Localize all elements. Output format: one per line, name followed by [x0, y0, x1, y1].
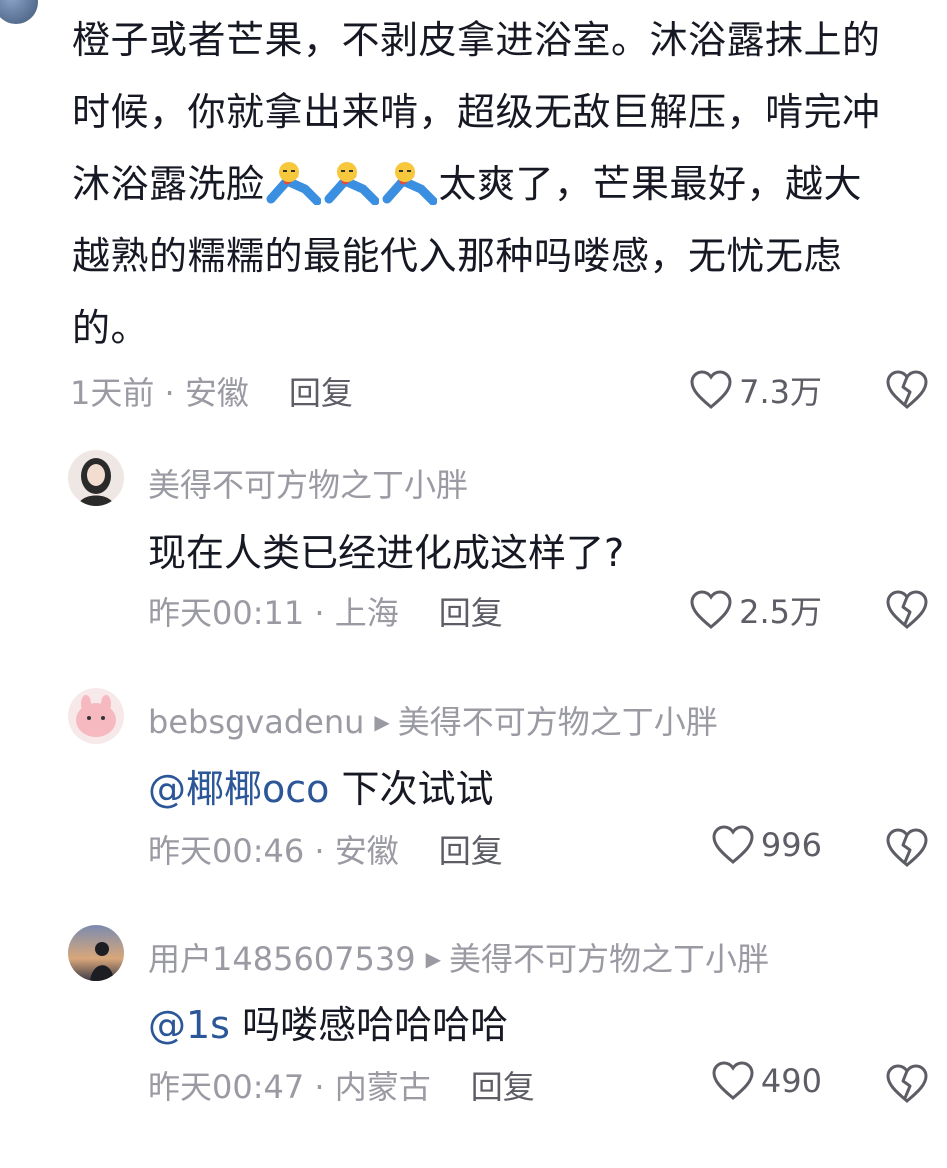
reply-meta: 昨天00:46 · 安徽 回复 [148, 826, 503, 872]
reply-button[interactable]: 回复 [439, 832, 503, 870]
comment-time: 昨天00:11 [148, 594, 305, 632]
like-button[interactable]: 996 [711, 825, 822, 865]
meta-separator: · [304, 594, 335, 632]
like-count: 7.3万 [739, 373, 822, 411]
comment-location: 内蒙古 [334, 1068, 431, 1106]
username[interactable]: 美得不可方物之丁小胖 [148, 460, 468, 506]
top-comment-line: 时候，你就拿出来啃，超级无敌巨解压，啃完冲 [72, 90, 881, 134]
top-comment-line: 沐浴露洗脸 太爽了，芒果最好，越大 [72, 148, 932, 220]
heart-outline-icon [690, 590, 732, 629]
mention-link[interactable]: @1s [148, 1003, 230, 1047]
username[interactable]: 用户1485607539 ▶ 美得不可方物之丁小胖 [148, 934, 769, 980]
avatar[interactable] [68, 688, 124, 744]
meta-separator: · [304, 1068, 335, 1106]
like-button[interactable]: 490 [711, 1061, 822, 1101]
top-comment-avatar[interactable] [0, 0, 38, 24]
lying-flat-emoji-icon [266, 162, 321, 205]
like-count: 2.5万 [739, 593, 822, 631]
reply-meta: 昨天00:11 · 上海 回复 [148, 588, 503, 634]
like-button[interactable]: 2.5万 [689, 587, 822, 633]
meta-separator: · [154, 374, 185, 412]
reply-to-username[interactable]: 美得不可方物之丁小胖 [449, 940, 769, 978]
top-comment-line: 越熟的糯糯的最能代入那种吗喽感，无忧无虑 [72, 234, 843, 278]
reply-button[interactable]: 回复 [471, 1068, 535, 1106]
lying-flat-emoji-icon [382, 162, 437, 205]
comment-time: 昨天00:47 [148, 1068, 305, 1106]
avatar[interactable] [68, 450, 124, 506]
right-triangle-icon: ▶ [425, 947, 441, 971]
comment-location: 安徽 [184, 374, 249, 412]
avatar[interactable] [68, 925, 124, 981]
broken-heart-icon [886, 370, 928, 409]
lying-flat-emoji-icon [324, 162, 379, 205]
comment-location: 上海 [334, 594, 399, 632]
comment-time: 1天前 [70, 374, 155, 412]
dislike-button[interactable] [885, 590, 929, 630]
top-comment-line: 的。 [72, 306, 150, 350]
reply-button[interactable]: 回复 [439, 594, 503, 632]
reply-text: 现在人类已经进化成这样了? [148, 531, 625, 575]
girl-avatar-icon [78, 458, 114, 506]
comment-time: 昨天00:46 [148, 832, 305, 870]
heart-outline-icon [712, 1061, 754, 1100]
like-button[interactable]: 7.3万 [689, 367, 822, 413]
heart-outline-icon [712, 825, 754, 864]
silhouette-avatar-icon [90, 942, 114, 981]
reply-text: @椰椰oco 下次试试 [148, 767, 494, 811]
right-triangle-icon: ▶ [374, 710, 390, 734]
broken-heart-icon [886, 1064, 928, 1103]
reply-text: @1s 吗喽感哈哈哈哈 [148, 1003, 509, 1047]
reply-button[interactable]: 回复 [289, 374, 353, 412]
top-comment-meta: 1天前 · 安徽 回复 [70, 368, 353, 414]
top-comment-line: 橙子或者芒果，不剥皮拿进浴室。沐浴露抹上的 [72, 18, 881, 62]
pink-character-avatar-icon [76, 695, 116, 737]
broken-heart-icon [886, 590, 928, 629]
broken-heart-icon [886, 828, 928, 867]
mention-link[interactable]: @椰椰oco [148, 767, 329, 811]
username[interactable]: bebsgvadenu ▶ 美得不可方物之丁小胖 [148, 697, 718, 743]
dislike-button[interactable] [885, 370, 929, 410]
like-count: 996 [760, 826, 822, 864]
dislike-button[interactable] [885, 828, 929, 868]
reply-meta: 昨天00:47 · 内蒙古 回复 [148, 1062, 535, 1108]
dislike-button[interactable] [885, 1064, 929, 1104]
like-count: 490 [760, 1062, 822, 1100]
top-comment-text: 橙子或者芒果，不剥皮拿进浴室。沐浴露抹上的 时候，你就拿出来啃，超级无敌巨解压，… [72, 4, 932, 364]
heart-outline-icon [690, 370, 732, 409]
reply-to-username[interactable]: 美得不可方物之丁小胖 [398, 703, 718, 741]
meta-separator: · [304, 832, 335, 870]
comment-location: 安徽 [334, 832, 399, 870]
